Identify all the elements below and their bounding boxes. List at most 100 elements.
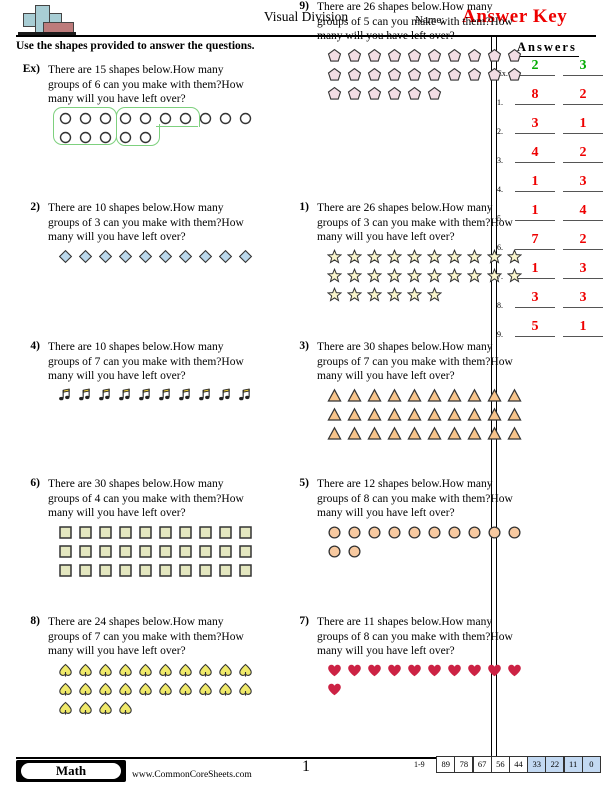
square-icon xyxy=(136,561,156,580)
answer-remainder[interactable]: 2 xyxy=(563,144,603,163)
heart-icon xyxy=(445,661,465,680)
answer-quotient[interactable]: 5 xyxy=(515,318,555,337)
diamond-icon xyxy=(196,247,216,266)
star-icon xyxy=(425,247,445,266)
shape-row xyxy=(325,285,525,304)
circle-peach-icon xyxy=(345,542,365,561)
pentagon-icon xyxy=(325,84,345,103)
circle-outline-icon xyxy=(96,128,116,147)
pentagon-icon xyxy=(425,84,445,103)
shape-row xyxy=(56,523,256,542)
square-icon xyxy=(156,542,176,561)
shape-row xyxy=(325,523,525,542)
spade-icon xyxy=(56,699,76,718)
problem-number: Ex) xyxy=(22,63,40,75)
scale-cell: 56 xyxy=(490,756,510,773)
answer-remainder[interactable]: 2 xyxy=(563,86,603,105)
square-icon xyxy=(136,523,156,542)
answer-row: 5. 1 4 xyxy=(497,202,612,231)
heart-icon xyxy=(325,661,345,680)
triangle-icon xyxy=(445,405,465,424)
pentagon-icon xyxy=(345,65,365,84)
music-note-icon xyxy=(216,386,236,405)
answer-remainder[interactable]: 3 xyxy=(563,57,603,76)
shape-grid xyxy=(325,661,525,699)
triangle-icon xyxy=(325,424,345,443)
star-icon xyxy=(365,247,385,266)
triangle-icon xyxy=(465,424,485,443)
music-note-icon xyxy=(56,386,76,405)
pentagon-icon xyxy=(465,46,485,65)
triangle-icon xyxy=(445,386,465,405)
spade-icon xyxy=(136,680,156,699)
shape-grid xyxy=(325,523,525,561)
triangle-icon xyxy=(325,405,345,424)
shape-row xyxy=(56,386,256,405)
spade-icon xyxy=(176,661,196,680)
star-icon xyxy=(505,247,525,266)
answer-index: 9. xyxy=(497,330,503,339)
square-icon xyxy=(56,523,76,542)
instruction-text: Use the shapes provided to answer the qu… xyxy=(16,40,255,52)
answer-remainder[interactable]: 1 xyxy=(563,318,603,337)
square-icon xyxy=(76,523,96,542)
square-icon xyxy=(96,523,116,542)
heart-icon xyxy=(505,661,525,680)
problem-number: 5) xyxy=(299,477,309,489)
triangle-icon xyxy=(485,424,505,443)
answer-remainder[interactable]: 4 xyxy=(563,202,603,221)
shape-row xyxy=(56,561,256,580)
answer-remainder[interactable]: 3 xyxy=(563,289,603,308)
shape-row xyxy=(325,65,525,84)
pentagon-icon xyxy=(405,84,425,103)
answer-quotient[interactable]: 3 xyxy=(515,115,555,134)
pentagon-icon xyxy=(405,65,425,84)
square-icon xyxy=(236,561,256,580)
triangle-icon xyxy=(345,424,365,443)
scale-cell: 22 xyxy=(545,756,565,773)
diamond-icon xyxy=(76,247,96,266)
problem-text: There are 10 shapes below.How many group… xyxy=(48,202,244,243)
pentagon-icon xyxy=(365,84,385,103)
circle-outline-icon xyxy=(76,128,96,147)
star-icon xyxy=(345,247,365,266)
answer-remainder[interactable]: 1 xyxy=(563,115,603,134)
answer-quotient[interactable]: 1 xyxy=(515,173,555,192)
problem-number: 2) xyxy=(30,201,40,213)
shape-grid xyxy=(53,107,256,147)
pentagon-icon xyxy=(345,84,365,103)
grading-scale: 89 78 67 56 44 33 22 11 0 xyxy=(436,756,601,773)
answer-row: 2. 3 1 xyxy=(497,115,612,144)
triangle-icon xyxy=(365,424,385,443)
spade-icon xyxy=(216,661,236,680)
answer-remainder[interactable]: 2 xyxy=(563,231,603,250)
star-icon xyxy=(385,266,405,285)
circle-outline-icon xyxy=(116,128,136,147)
answer-row: 9. 5 1 xyxy=(497,318,612,347)
square-icon xyxy=(196,523,216,542)
circle-outline-icon xyxy=(116,109,136,128)
shape-grid xyxy=(56,523,256,580)
triangle-icon xyxy=(445,424,465,443)
music-note-icon xyxy=(96,386,116,405)
problem-text: There are 12 shapes below.How many group… xyxy=(317,478,513,519)
answer-quotient[interactable]: 4 xyxy=(515,144,555,163)
shape-grid xyxy=(56,386,256,405)
music-note-icon xyxy=(116,386,136,405)
triangle-icon xyxy=(465,386,485,405)
problem-number: 4) xyxy=(30,340,40,352)
problem-number: 8) xyxy=(30,615,40,627)
shape-row xyxy=(56,247,256,266)
square-icon xyxy=(216,561,236,580)
answer-quotient[interactable]: 1 xyxy=(515,202,555,221)
spade-icon xyxy=(196,680,216,699)
triangle-icon xyxy=(385,405,405,424)
answer-remainder[interactable]: 3 xyxy=(563,173,603,192)
square-icon xyxy=(176,561,196,580)
problem-number: 7) xyxy=(299,615,309,627)
answer-remainder[interactable]: 3 xyxy=(563,260,603,279)
heart-icon xyxy=(325,680,345,699)
triangle-icon xyxy=(385,386,405,405)
pentagon-icon xyxy=(465,65,485,84)
spade-icon xyxy=(76,680,96,699)
